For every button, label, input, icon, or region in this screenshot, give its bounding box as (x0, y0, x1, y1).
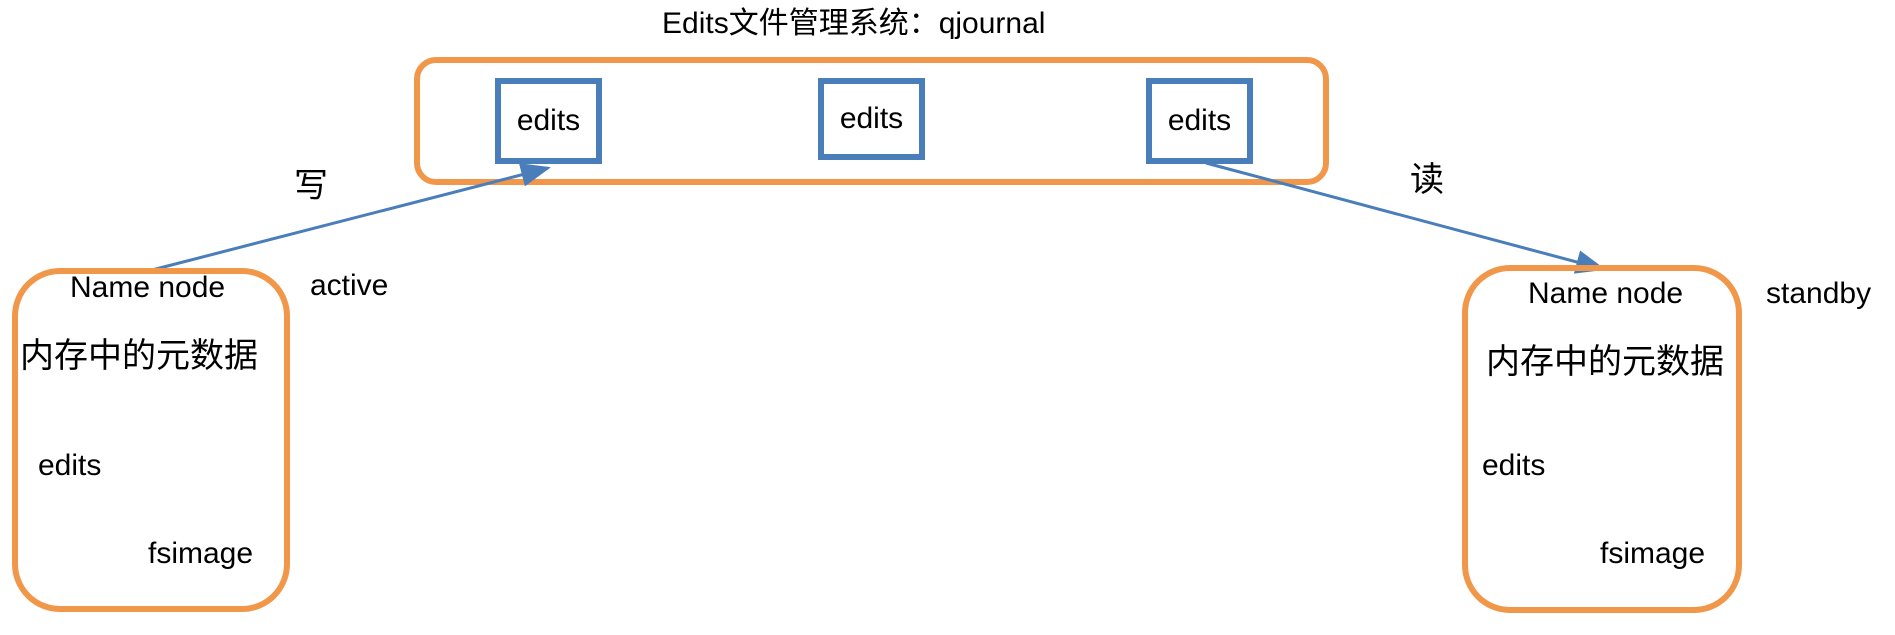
standby-state-label: standby (1766, 277, 1872, 310)
write-arrow (151, 163, 551, 272)
standby-edits-label: edits (1482, 449, 1546, 482)
active-namenode-title: Name node (70, 271, 226, 304)
active-edits-label: edits (38, 449, 102, 482)
read-arrow (1205, 161, 1606, 274)
read-label: 读 (1410, 160, 1444, 200)
active-fsimage-label: fsimage (148, 537, 254, 570)
standby-namenode-title: Name node (1528, 277, 1684, 310)
write-label: 写 (294, 166, 328, 206)
standby-fsimage-label: fsimage (1600, 537, 1706, 570)
active-state-label: active (310, 269, 389, 302)
standby-memory-metadata: 内存中的元数据 (1486, 342, 1724, 382)
active-memory-metadata: 内存中的元数据 (20, 336, 258, 376)
